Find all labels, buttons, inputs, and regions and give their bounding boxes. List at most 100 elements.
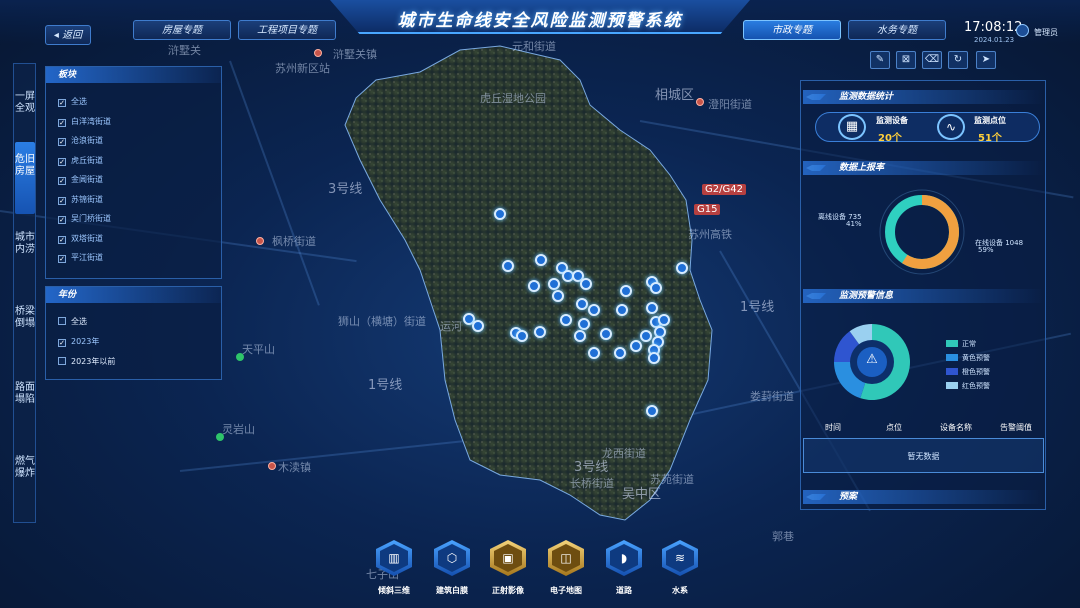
risk-marker[interactable] (630, 340, 642, 352)
risk-marker[interactable] (588, 304, 600, 316)
clock-time: 17:08:12 (964, 20, 1023, 35)
block-item[interactable]: ✓ 苏锦街道 (58, 194, 103, 206)
block-label: 金阊街道 (71, 175, 103, 184)
nav-road-collapse[interactable]: 路面塌陷 (15, 382, 35, 432)
tab-water[interactable]: 水务专题 (848, 20, 946, 40)
pointer-icon[interactable]: ➤ (976, 51, 996, 69)
block-item[interactable]: ✓ 吴门桥街道 (58, 213, 111, 225)
points-value: 51个 (978, 133, 1002, 144)
nav-flooding[interactable]: 城市内涝 (15, 232, 35, 282)
risk-marker[interactable] (580, 278, 592, 290)
block-label: 双塔街道 (71, 233, 103, 243)
nav-gas-explosion[interactable]: 燃气爆炸 (15, 456, 35, 506)
risk-marker[interactable] (616, 304, 628, 316)
risk-marker[interactable] (472, 320, 484, 332)
block-item[interactable]: ✓ 全选 (58, 96, 87, 108)
road-icon: ◗ (610, 544, 638, 572)
map-label: 3号线 (574, 460, 609, 475)
risk-marker[interactable] (528, 280, 540, 292)
checkbox-icon[interactable]: ✓ (58, 216, 66, 224)
col-time: 时间 (825, 423, 841, 432)
devices-value: 20个 (878, 133, 902, 144)
checkbox-icon[interactable]: ✓ (58, 157, 66, 166)
checkbox-icon[interactable]: ✓ (58, 235, 66, 244)
water-icon: ≋ (666, 544, 694, 572)
nav-bridge-collapse[interactable]: 桥梁倒塌 (15, 306, 35, 356)
clear-icon[interactable]: ⌫ (922, 51, 942, 69)
risk-marker[interactable] (535, 254, 547, 266)
risk-marker[interactable] (640, 330, 652, 342)
risk-marker[interactable] (658, 314, 670, 326)
map-label: 木渎镇 (278, 461, 311, 474)
checkbox-icon[interactable]: ✓ (58, 196, 66, 205)
risk-marker[interactable] (648, 352, 660, 364)
points-label: 监测点位 (974, 116, 1006, 125)
map-label: 运河 (440, 320, 462, 333)
dock-label: 正射影像 (492, 586, 524, 595)
risk-marker[interactable] (676, 262, 688, 274)
map-label: 吴中区 (622, 487, 662, 502)
risk-marker[interactable] (600, 328, 612, 340)
back-label: 返回 (62, 30, 83, 41)
map-label: 澄阳街道 (708, 98, 752, 111)
checkbox-icon[interactable]: ✓ (58, 138, 66, 146)
year-panel-title: 年份 (46, 287, 221, 303)
risk-marker[interactable] (650, 282, 662, 294)
map-poi-dot (314, 49, 322, 57)
map-park-dot (236, 353, 244, 361)
tab-projects[interactable]: 工程项目专题 (238, 20, 336, 40)
highway-shield: G15 (694, 204, 721, 215)
devices-label: 监测设备 (876, 116, 908, 125)
user-avatar-icon[interactable] (1016, 24, 1029, 37)
checkbox-icon[interactable] (58, 317, 66, 325)
checkbox-icon[interactable]: ✓ (58, 255, 66, 263)
map-label: 龙西街道 (602, 447, 646, 460)
block-item[interactable]: ✓ 虎丘街道 (58, 155, 103, 167)
year-item[interactable]: ✓ 2023年 (58, 336, 99, 348)
checkbox-icon[interactable] (58, 357, 66, 365)
map-poi-dot (268, 462, 276, 470)
risk-marker[interactable] (646, 302, 658, 314)
risk-marker[interactable] (588, 347, 600, 359)
map-label: 长桥街道 (570, 477, 614, 490)
user-name[interactable]: 管理员 (1034, 27, 1058, 38)
map-label: 郭巷 (772, 530, 794, 543)
block-label: 虎丘街道 (71, 155, 103, 165)
checkbox-icon[interactable]: ✓ (58, 177, 66, 185)
map-label: 1号线 (740, 300, 775, 315)
plan-title: 预案 (803, 490, 1044, 504)
tab-housing[interactable]: 房屋专题 (133, 20, 231, 40)
risk-marker[interactable] (494, 208, 506, 220)
area-icon[interactable]: ⊠ (896, 51, 916, 69)
nav-overview[interactable]: 一屏全观 (15, 91, 35, 141)
risk-marker[interactable] (560, 314, 572, 326)
ruler-icon[interactable]: ✎ (870, 51, 890, 69)
risk-marker[interactable] (534, 326, 546, 338)
nav-old-housing[interactable]: 危旧房屋 (15, 142, 35, 214)
risk-marker[interactable] (614, 347, 626, 359)
offline-pct: 41% (846, 220, 862, 228)
block-item[interactable]: ✓ 白洋湾街道 (58, 116, 111, 128)
year-item[interactable]: 全选 (58, 316, 87, 328)
block-item[interactable]: ✓ 平江街道 (58, 252, 103, 264)
block-item[interactable]: ✓ 沧浪街道 (58, 135, 103, 147)
map-label: 浒墅关 (168, 44, 201, 57)
risk-marker[interactable] (574, 330, 586, 342)
risk-marker[interactable] (552, 290, 564, 302)
risk-marker[interactable] (502, 260, 514, 272)
refresh-icon[interactable]: ↻ (948, 51, 968, 69)
risk-marker[interactable] (548, 278, 560, 290)
risk-marker[interactable] (620, 285, 632, 297)
checkbox-icon[interactable]: ✓ (58, 99, 66, 107)
checkbox-icon[interactable]: ✓ (58, 339, 66, 347)
block-item[interactable]: ✓ 金阊街道 (58, 174, 103, 186)
risk-marker[interactable] (576, 298, 588, 310)
year-item[interactable]: 2023年以前 (58, 356, 115, 368)
tab-municipal[interactable]: 市政专题 (743, 20, 841, 40)
block-item[interactable]: ✓ 双塔街道 (58, 233, 103, 245)
back-button[interactable]: ◂ 返回 (45, 25, 91, 45)
risk-marker[interactable] (646, 405, 658, 417)
checkbox-icon[interactable]: ✓ (58, 118, 66, 127)
risk-marker[interactable] (516, 330, 528, 342)
risk-marker[interactable] (578, 318, 590, 330)
